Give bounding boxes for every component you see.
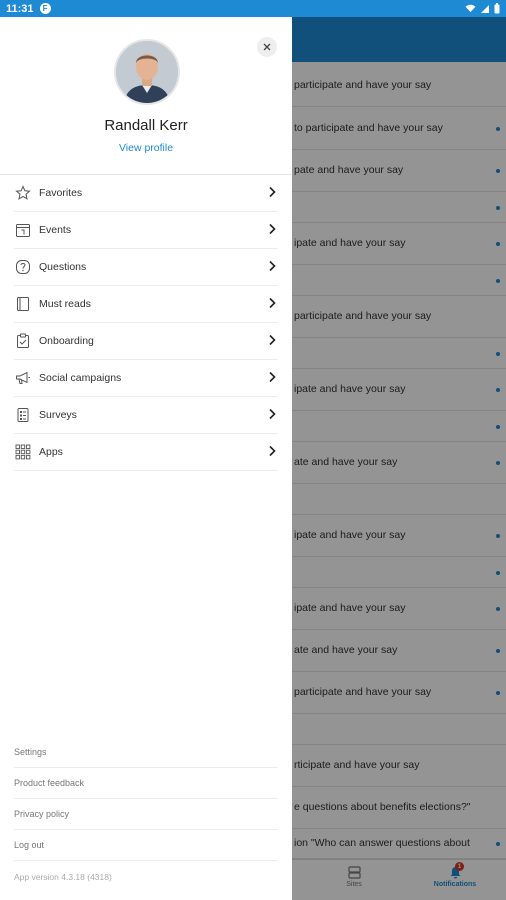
grid-icon — [14, 443, 32, 461]
product-feedback-link[interactable]: Product feedback — [14, 768, 278, 799]
chevron-right-icon — [269, 334, 276, 346]
menu-item-must-reads[interactable]: Must reads — [14, 286, 278, 323]
menu-label: Must reads — [39, 298, 91, 310]
megaphone-icon — [14, 369, 32, 387]
chevron-right-icon — [269, 297, 276, 309]
drawer-menu: Favorites Events Questions Must reads On… — [0, 175, 292, 471]
app-notification-icon: F — [39, 3, 51, 14]
menu-label: Favorites — [39, 187, 83, 199]
menu-label: Apps — [39, 446, 63, 458]
close-icon — [263, 43, 271, 51]
status-bar: 11:31 F — [0, 0, 506, 17]
menu-label: Questions — [39, 261, 87, 273]
status-icons — [465, 3, 500, 14]
signal-icon — [481, 4, 489, 13]
chevron-right-icon — [269, 260, 276, 272]
question-icon — [14, 258, 32, 276]
close-button[interactable] — [257, 37, 277, 57]
navigation-drawer: Randall Kerr View profile Favorites Even… — [0, 17, 292, 900]
menu-item-apps[interactable]: Apps — [14, 434, 278, 471]
menu-label: Surveys — [39, 409, 77, 421]
profile-photo — [116, 41, 178, 103]
book-icon — [14, 295, 32, 313]
view-profile-link[interactable]: View profile — [0, 142, 292, 154]
chevron-right-icon — [269, 186, 276, 198]
user-name: Randall Kerr — [104, 117, 188, 134]
status-time: 11:31 — [6, 2, 34, 15]
avatar[interactable] — [114, 39, 180, 105]
chevron-right-icon — [269, 371, 276, 383]
menu-item-surveys[interactable]: Surveys — [14, 397, 278, 434]
log-out-link[interactable]: Log out — [14, 830, 278, 861]
menu-label: Events — [39, 224, 72, 236]
clipboard-icon — [14, 332, 32, 350]
menu-item-social-campaigns[interactable]: Social campaigns — [14, 360, 278, 397]
chevron-right-icon — [269, 408, 276, 420]
menu-label: Social campaigns — [39, 372, 122, 384]
wifi-icon — [465, 4, 476, 13]
battery-icon — [494, 3, 500, 14]
star-icon — [14, 184, 32, 202]
calendar-icon — [14, 221, 32, 239]
survey-icon — [14, 406, 32, 424]
settings-link[interactable]: Settings — [14, 737, 278, 768]
menu-item-favorites[interactable]: Favorites — [14, 175, 278, 212]
menu-item-events[interactable]: Events — [14, 212, 278, 249]
chevron-right-icon — [269, 223, 276, 235]
app-version: App version 4.3.18 (4318) — [14, 871, 112, 882]
drawer-footer: Settings Product feedback Privacy policy… — [14, 737, 278, 892]
privacy-policy-link[interactable]: Privacy policy — [14, 799, 278, 830]
menu-item-questions[interactable]: Questions — [14, 249, 278, 286]
menu-label: Onboarding — [39, 335, 94, 347]
chevron-right-icon — [269, 445, 276, 457]
menu-item-onboarding[interactable]: Onboarding — [14, 323, 278, 360]
